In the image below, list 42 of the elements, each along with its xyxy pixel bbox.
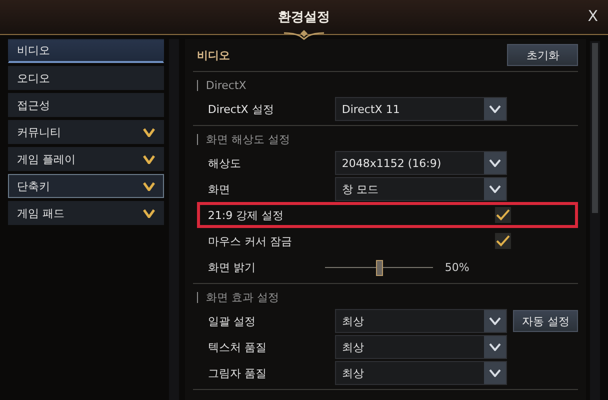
panel-title: 비디오 bbox=[196, 48, 230, 62]
caret-icon bbox=[488, 343, 501, 351]
caret-icon bbox=[488, 185, 501, 193]
setting-label: 해상도 bbox=[208, 156, 242, 170]
reset-button[interactable]: 초기화 bbox=[507, 44, 578, 66]
auto-setting-button[interactable]: 자동 설정 bbox=[512, 310, 578, 332]
dropdown[interactable]: 창 모드 bbox=[334, 177, 507, 201]
setting-label: 21:9 강제 설정 bbox=[208, 208, 285, 222]
slider-thumb[interactable] bbox=[376, 260, 383, 276]
caret-icon bbox=[488, 105, 501, 113]
close-button[interactable]: X bbox=[584, 7, 602, 25]
setting-label: DirectX 설정 bbox=[208, 102, 275, 116]
sidebar-item[interactable]: 커뮤니티 bbox=[8, 120, 164, 144]
caret-icon bbox=[488, 159, 501, 167]
scrollbar[interactable] bbox=[590, 41, 600, 400]
setting-label: 화면 밝기 bbox=[208, 260, 256, 274]
section-title: DirectX bbox=[206, 78, 246, 92]
checkbox[interactable] bbox=[494, 207, 511, 223]
sidebar-item[interactable]: 게임 패드 bbox=[8, 201, 164, 225]
window-title: 환경설정 bbox=[278, 9, 330, 26]
ornament-icon bbox=[284, 30, 324, 40]
setting-label: 마우스 커서 잠금 bbox=[208, 234, 293, 248]
sidebar-item[interactable]: 비디오 bbox=[8, 39, 164, 63]
dropdown[interactable]: 최상 bbox=[334, 335, 507, 359]
dropdown[interactable]: 최상 bbox=[334, 309, 507, 333]
dropdown[interactable]: 최상 bbox=[334, 361, 507, 385]
section-title: 화면 효과 설정 bbox=[206, 290, 279, 304]
sidebar-item[interactable]: 오디오 bbox=[8, 66, 164, 90]
setting-label: 그림자 품질 bbox=[208, 366, 268, 380]
caret-icon bbox=[488, 369, 501, 377]
dropdown[interactable]: 2048x1152 (16:9) bbox=[334, 151, 507, 175]
sidebar-item[interactable]: 접근성 bbox=[8, 93, 164, 117]
caret-icon bbox=[488, 317, 501, 325]
sidebar-item[interactable]: 단축키 bbox=[8, 174, 164, 198]
sidebar-item[interactable]: 게임 플레이 bbox=[8, 147, 164, 171]
section-title: 화면 해상도 설정 bbox=[206, 132, 290, 146]
checkbox[interactable] bbox=[494, 233, 511, 249]
setting-label: 화면 bbox=[208, 182, 231, 196]
setting-label: 텍스처 품질 bbox=[208, 340, 268, 354]
dropdown[interactable]: DirectX 11 bbox=[334, 97, 507, 121]
slider-value: 50% bbox=[444, 260, 470, 274]
setting-label: 일괄 설정 bbox=[208, 314, 256, 328]
